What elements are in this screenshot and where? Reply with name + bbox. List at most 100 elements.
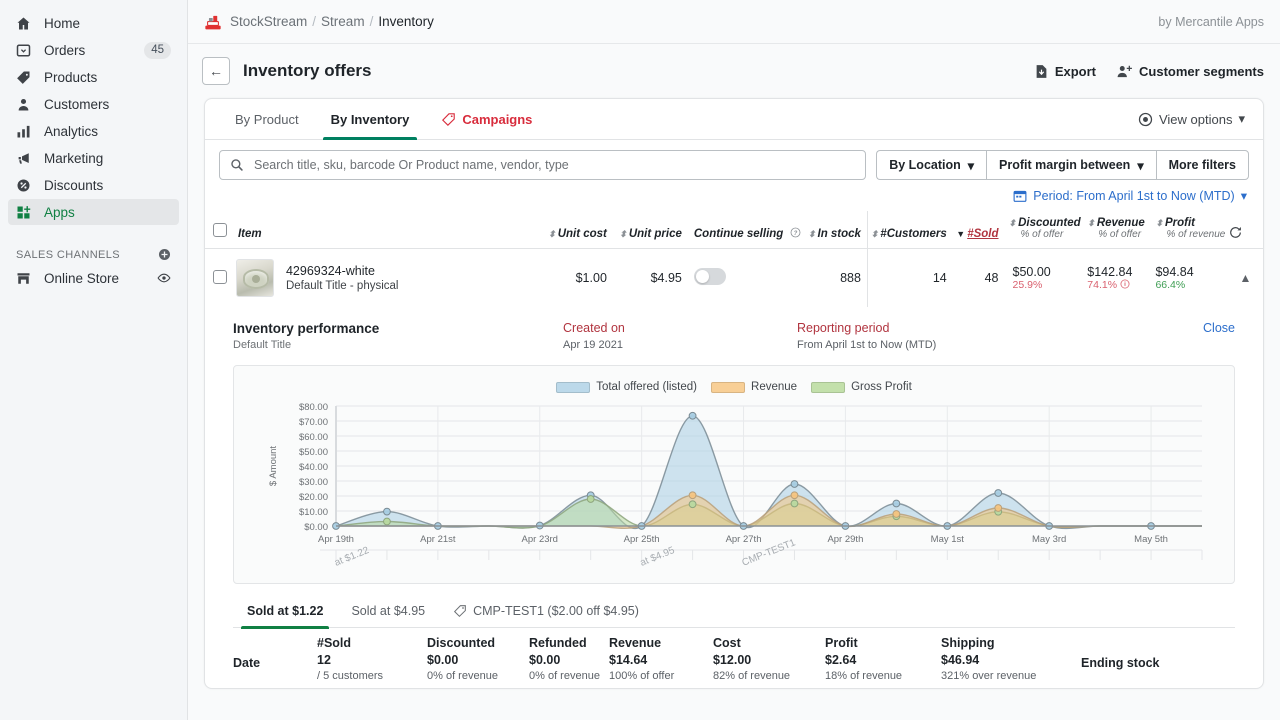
sidebar-item-customers[interactable]: Customers [8, 91, 179, 117]
discount-percent-icon [16, 178, 38, 193]
back-button[interactable]: ← [202, 57, 230, 85]
filters-row: By Location ▾ Profit margin between ▾ Mo… [205, 140, 1263, 186]
product-thumbnail[interactable] [236, 259, 274, 297]
refresh-icon[interactable] [1228, 225, 1263, 240]
export-button[interactable]: Export [1034, 64, 1096, 79]
sidebar-item-orders[interactable]: Orders 45 [8, 37, 179, 63]
area-chart-svg: $0.00$10.00$20.00$30.00$40.00$50.00$60.0… [244, 398, 1214, 583]
sidebar-item-analytics[interactable]: Analytics [8, 118, 179, 144]
svg-text:$60.00: $60.00 [299, 432, 328, 443]
reporting-period-block: Reporting period From April 1st to Now (… [797, 321, 936, 351]
sidebar-item-home[interactable]: Home [8, 10, 179, 36]
customer-segments-icon [1116, 64, 1133, 79]
col-unit-cost[interactable]: ⬍Unit cost [546, 211, 617, 249]
col-discounted[interactable]: ⬍Discounted% of offer [1003, 211, 1084, 249]
search-input[interactable] [252, 157, 855, 173]
svg-text:$80.00: $80.00 [299, 402, 328, 413]
breadcrumb-item-stockstream[interactable]: StockStream [230, 14, 307, 29]
page-header: ← Inventory offers Export Customer segme… [188, 44, 1280, 98]
svg-text:May 1st: May 1st [931, 534, 965, 545]
col-sold[interactable]: ▼#Sold [955, 211, 1003, 249]
breadcrumb-separator: / [312, 14, 316, 29]
col-profit[interactable]: ⬍Profit% of revenue [1151, 211, 1227, 249]
select-all-checkbox[interactable] [213, 223, 227, 237]
row-checkbox[interactable] [213, 270, 227, 284]
tab-by-product[interactable]: By Product [219, 99, 315, 140]
sidebar-item-apps[interactable]: Apps [8, 199, 179, 225]
sidebar-item-marketing[interactable]: Marketing [8, 145, 179, 171]
profit-cell: $94.84 66.4% [1151, 249, 1227, 308]
main-content: StockStream / Stream / Inventory by Merc… [188, 0, 1280, 720]
breadcrumb-separator: / [370, 14, 374, 29]
chevron-up-icon[interactable]: ▲ [1239, 271, 1251, 285]
col-in-stock[interactable]: ⬍In stock [806, 211, 868, 249]
reporting-period-label: Reporting period [797, 321, 936, 335]
tab-campaigns[interactable]: Campaigns [425, 99, 548, 140]
info-circle-icon[interactable] [1120, 279, 1130, 291]
sidebar-item-label: Orders [38, 43, 144, 58]
inventory-table: Item ⬍Unit cost ⬍Unit price Continue sel… [205, 211, 1263, 307]
svg-text:Apr 25th: Apr 25th [624, 534, 660, 545]
legend-item-total-offered[interactable]: Total offered (listed) [556, 381, 697, 393]
legend-item-gross-profit[interactable]: Gross Profit [811, 381, 912, 393]
sidebar-item-online-store[interactable]: Online Store [8, 265, 179, 291]
tab-by-inventory[interactable]: By Inventory [315, 99, 426, 140]
legend-item-revenue[interactable]: Revenue [711, 381, 797, 393]
continue-selling-toggle[interactable] [694, 268, 726, 285]
tab-label: Campaigns [462, 112, 532, 127]
sales-channels-label: SALES CHANNELS [16, 249, 120, 261]
detail-col-revenue: Revenue $14.64 100% of offer [609, 628, 713, 688]
col-revenue[interactable]: ⬍Revenue% of offer [1083, 211, 1151, 249]
view-options-button[interactable]: View options ▾ [1138, 111, 1249, 127]
legend-label: Revenue [751, 381, 797, 393]
plus-circle-icon[interactable] [158, 248, 171, 261]
detail-tab-sold-at-1-22[interactable]: Sold at $1.22 [233, 594, 337, 628]
legend-swatch [556, 382, 590, 393]
svg-text:Apr 23rd: Apr 23rd [522, 534, 558, 545]
sort-icon: ⬍ [548, 229, 556, 239]
sidebar: Home Orders 45 Products Customers Anal [0, 0, 188, 720]
reporting-period-value: From April 1st to Now (MTD) [797, 339, 936, 351]
period-selector[interactable]: Period: From April 1st to Now (MTD) ▾ [1013, 188, 1247, 203]
customers-value: 14 [867, 249, 954, 308]
col-customers[interactable]: ⬍#Customers [867, 211, 954, 249]
sort-icon: ⬍ [1155, 218, 1163, 228]
filter-profit-margin-button[interactable]: Profit margin between ▾ [986, 150, 1156, 180]
svg-text:May 3rd: May 3rd [1032, 534, 1066, 545]
person-icon [16, 97, 38, 112]
sort-icon-active: ▼ [956, 229, 965, 239]
home-icon [16, 16, 38, 31]
calendar-icon [1013, 189, 1027, 203]
campaign-tag-icon [453, 604, 467, 618]
customer-segments-label: Customer segments [1139, 64, 1264, 79]
search-box[interactable] [219, 150, 866, 180]
apps-grid-plus-icon [16, 205, 38, 220]
sidebar-item-discounts[interactable]: Discounts [8, 172, 179, 198]
chevron-down-icon: ▾ [1137, 158, 1143, 173]
question-circle-icon[interactable]: ? [790, 228, 801, 240]
detail-tab-sold-at-4-95[interactable]: Sold at $4.95 [337, 594, 439, 628]
discounted-percent: 25.9% [1013, 279, 1084, 291]
sidebar-item-label: Apps [38, 205, 171, 220]
col-unit-price[interactable]: ⬍Unit price [617, 211, 692, 249]
sold-value: 48 [955, 249, 1003, 308]
sort-icon: ⬍ [1087, 218, 1095, 228]
detail-col-cost: Cost $12.00 82% of revenue [713, 628, 825, 688]
svg-text:$50.00: $50.00 [299, 447, 328, 458]
breadcrumb-item-stream[interactable]: Stream [321, 14, 365, 29]
close-expanded-button[interactable]: Close [1203, 321, 1247, 335]
discounted-cell: $50.00 25.9% [1003, 249, 1084, 308]
revenue-percent: 74.1% [1087, 279, 1151, 291]
filter-by-location-button[interactable]: By Location ▾ [876, 150, 986, 180]
sidebar-item-products[interactable]: Products [8, 64, 179, 90]
more-filters-button[interactable]: More filters [1156, 150, 1249, 180]
created-on-value: Apr 19 2021 [563, 339, 797, 351]
customer-segments-button[interactable]: Customer segments [1116, 64, 1264, 79]
svg-text:$40.00: $40.00 [299, 462, 328, 473]
eye-icon[interactable] [157, 271, 171, 285]
detail-tab-campaign[interactable]: CMP-TEST1 ($2.00 off $4.95) [439, 594, 653, 628]
megaphone-icon [16, 151, 38, 166]
table-row[interactable]: 42969324-white Default Title - physical … [205, 249, 1263, 308]
tab-label: By Product [235, 112, 299, 127]
period-label: Period: From April 1st to Now (MTD) [1033, 189, 1234, 203]
